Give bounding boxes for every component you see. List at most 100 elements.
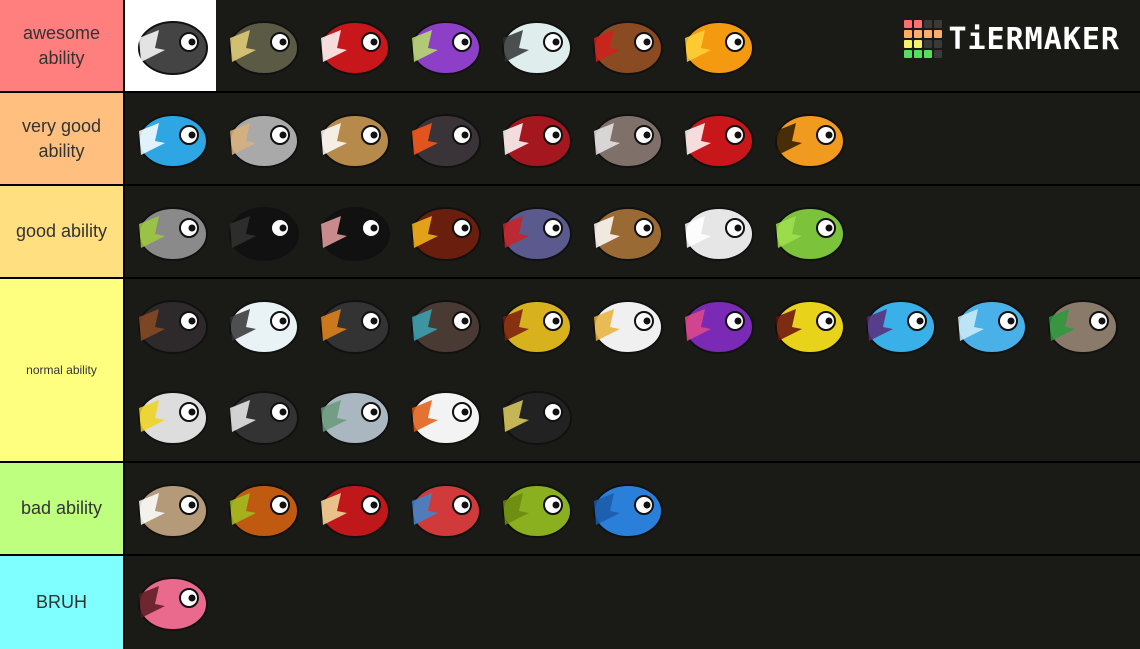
- tier-item-ice-bird[interactable]: [944, 279, 1035, 370]
- tier-item-armored-bird[interactable]: [216, 93, 307, 184]
- tier-item-gray-eagle[interactable]: [580, 93, 671, 184]
- dragonfly-icon: [138, 207, 208, 261]
- fly-icon: [138, 21, 208, 75]
- purple-bat-icon: [502, 207, 572, 261]
- tier-item-blue-pterodactyl[interactable]: [580, 463, 671, 554]
- tier-item-devil-imp[interactable]: [398, 186, 489, 277]
- tier-row-bruh: BRUH: [0, 556, 1140, 649]
- logo-grid-cell: [914, 20, 923, 28]
- pumpkin-scarecrow-icon: [320, 300, 390, 354]
- tier-item-red-flappy-bird[interactable]: [671, 93, 762, 184]
- red-dragon-icon: [320, 21, 390, 75]
- rooster-icon: [593, 21, 663, 75]
- gray-eagle-icon: [593, 114, 663, 168]
- white-yeti-icon: [502, 21, 572, 75]
- blue-pterodactyl-icon: [593, 484, 663, 538]
- purple-dragon-icon: [411, 21, 481, 75]
- tier-item-pigeon[interactable]: [307, 370, 398, 461]
- tier-label[interactable]: bad ability: [0, 463, 125, 554]
- tier-item-crow[interactable]: [216, 186, 307, 277]
- tier-item-macaw[interactable]: [398, 463, 489, 554]
- tier-row-normal: normal ability: [0, 279, 1140, 461]
- red-bird-icon: [502, 114, 572, 168]
- tier-item-green-monster[interactable]: [762, 186, 853, 277]
- yellow-monster-icon: [775, 300, 845, 354]
- grim-reaper-icon: [229, 391, 299, 445]
- tier-item-red-trex[interactable]: [307, 463, 398, 554]
- tier-item-pelican[interactable]: [580, 279, 671, 370]
- tier-item-butterfly[interactable]: [216, 463, 307, 554]
- tier-item-yellow-monster[interactable]: [762, 279, 853, 370]
- tier-item-fly[interactable]: [125, 0, 216, 91]
- logo-grid-cell: [904, 40, 913, 48]
- tiermaker-logo: TiERMAKER: [904, 20, 1120, 58]
- tier-item-crocodile-head[interactable]: [216, 0, 307, 91]
- tier-item-red-dragon[interactable]: [307, 0, 398, 91]
- armored-bird-icon: [229, 114, 299, 168]
- tier-item-brown-owl[interactable]: [580, 186, 671, 277]
- tier-item-wasp[interactable]: [489, 279, 580, 370]
- blue-bird-icon: [138, 114, 208, 168]
- tier-item-bee-bird[interactable]: [489, 370, 580, 461]
- tier-item-brown-bird[interactable]: [307, 93, 398, 184]
- tier-item-rooster[interactable]: [580, 0, 671, 91]
- green-monster-icon: [775, 207, 845, 261]
- tier-label[interactable]: awesome ability: [0, 0, 125, 91]
- pigeon-icon: [320, 391, 390, 445]
- logo-grid-cell: [924, 20, 933, 28]
- crow-icon: [229, 207, 299, 261]
- logo-grid-cell: [934, 30, 943, 38]
- logo-grid-cell: [934, 40, 943, 48]
- green-pterodactyl-icon: [502, 484, 572, 538]
- pumpkin-icon: [775, 114, 845, 168]
- tier-item-fire-black-bird[interactable]: [398, 93, 489, 184]
- logo-grid-cell: [904, 50, 913, 58]
- tier-item-pumpkin[interactable]: [762, 93, 853, 184]
- tier-item-purple-dragon[interactable]: [398, 0, 489, 91]
- tier-item-purple-cyclops[interactable]: [671, 279, 762, 370]
- logo-grid-cell: [914, 30, 923, 38]
- tier-label[interactable]: BRUH: [0, 556, 125, 649]
- turkey-icon: [411, 300, 481, 354]
- tier-item-dragonfly[interactable]: [125, 186, 216, 277]
- tier-items: [125, 279, 1140, 461]
- tier-label[interactable]: good ability: [0, 186, 125, 277]
- tier-item-pink-bat[interactable]: [125, 556, 216, 647]
- bee-bird-icon: [502, 391, 572, 445]
- fire-phoenix-icon: [684, 21, 754, 75]
- tier-list-board: awesome ability very good ability good a…: [0, 0, 1140, 649]
- white-stork-icon: [411, 391, 481, 445]
- vulture-icon: [320, 207, 390, 261]
- tier-item-ghost-reaper[interactable]: [216, 279, 307, 370]
- tier-item-white-stork[interactable]: [398, 370, 489, 461]
- white-owl-icon: [684, 207, 754, 261]
- logo-grid-cell: [904, 30, 913, 38]
- logo-grid-cell: [924, 30, 933, 38]
- tier-item-purple-bat[interactable]: [489, 186, 580, 277]
- red-trex-icon: [320, 484, 390, 538]
- tier-item-fire-phoenix[interactable]: [671, 0, 762, 91]
- tier-item-vulture[interactable]: [307, 186, 398, 277]
- pink-bat-icon: [138, 577, 208, 631]
- tier-item-pumpkin-scarecrow[interactable]: [307, 279, 398, 370]
- tier-item-white-owl[interactable]: [671, 186, 762, 277]
- tier-row-very-good: very good ability: [0, 93, 1140, 184]
- tier-item-red-bird[interactable]: [489, 93, 580, 184]
- tiermaker-wordmark: TiERMAKER: [948, 21, 1120, 57]
- logo-grid-cell: [904, 20, 913, 28]
- tier-item-green-pterodactyl[interactable]: [489, 463, 580, 554]
- tier-item-mallard-duck[interactable]: [1035, 279, 1126, 370]
- tier-item-mosquito[interactable]: [125, 463, 216, 554]
- tier-items: [125, 556, 1140, 649]
- tier-item-blue-bird[interactable]: [125, 93, 216, 184]
- tier-items: [125, 186, 1140, 277]
- tier-item-white-cockatoo[interactable]: [125, 370, 216, 461]
- tier-item-grim-reaper[interactable]: [216, 370, 307, 461]
- tier-item-blue-eye-bat[interactable]: [853, 279, 944, 370]
- tier-item-turkey[interactable]: [398, 279, 489, 370]
- tier-item-white-yeti[interactable]: [489, 0, 580, 91]
- tier-label[interactable]: very good ability: [0, 93, 125, 184]
- tier-label[interactable]: normal ability: [0, 279, 125, 461]
- black-cat-bird-icon: [138, 300, 208, 354]
- tier-item-black-cat-bird[interactable]: [125, 279, 216, 370]
